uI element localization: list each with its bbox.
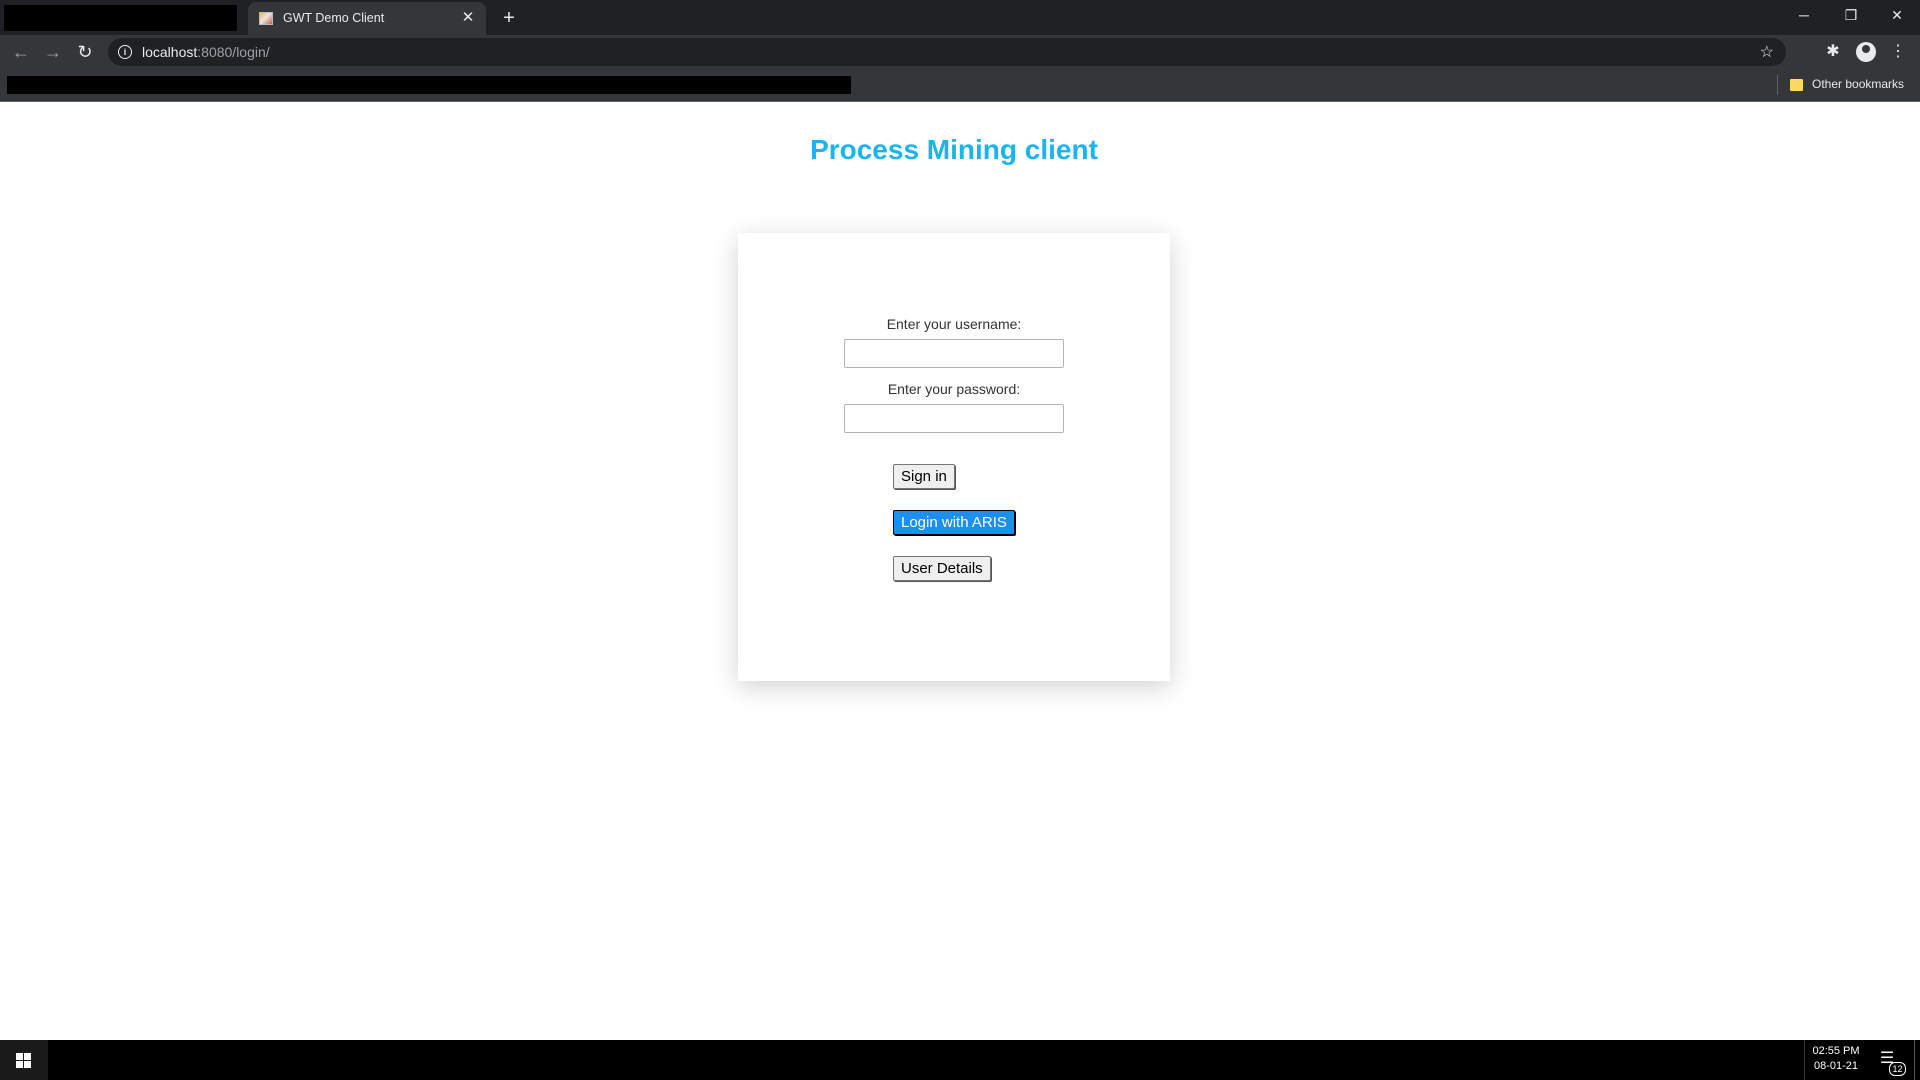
taskbar: 02:55 PM 08-01-21 ☰ 12	[0, 1040, 1920, 1080]
clock[interactable]: 02:55 PM 08-01-21	[1806, 1044, 1866, 1074]
forward-icon[interactable]: →	[39, 38, 67, 66]
tab-close-icon[interactable]: ✕	[458, 8, 478, 28]
browser-toolbar: ← → ↻ i localhost:8080/login/ ☆ ✱ ⋮	[0, 35, 1920, 68]
clock-date: 08-01-21	[1813, 1060, 1859, 1072]
address-bar[interactable]: i localhost:8080/login/ ☆	[108, 38, 1786, 66]
url-text: localhost:8080/login/	[142, 44, 270, 60]
reload-icon[interactable]: ↻	[71, 38, 99, 66]
login-with-aris-button[interactable]: Login with ARIS	[893, 510, 1015, 535]
sign-in-button[interactable]: Sign in	[893, 464, 955, 489]
redacted-bookmarks	[7, 76, 851, 94]
folder-icon	[1790, 79, 1803, 91]
bookmark-star-icon[interactable]: ☆	[1760, 42, 1774, 62]
notification-count-badge: 12	[1889, 1062, 1906, 1076]
new-tab-button[interactable]: +	[496, 5, 522, 31]
back-icon[interactable]: ←	[7, 38, 35, 66]
tab-gwt-demo-client[interactable]: GWT Demo Client ✕	[248, 2, 486, 35]
user-details-button[interactable]: User Details	[893, 556, 991, 581]
menu-kebab-icon[interactable]: ⋮	[1884, 38, 1912, 66]
tab-title: GWT Demo Client	[283, 11, 385, 25]
redacted-tab	[4, 5, 237, 31]
site-info-icon[interactable]: i	[118, 45, 132, 59]
username-label: Enter your username:	[886, 316, 1022, 332]
start-button[interactable]	[0, 1040, 48, 1080]
minimize-button[interactable]: ─	[1781, 0, 1827, 30]
page-title: Process Mining client	[810, 134, 1098, 165]
bookmarks-divider	[1777, 75, 1778, 95]
show-desktop-button[interactable]	[1914, 1040, 1915, 1080]
browser-chrome: GWT Demo Client ✕ + ─ ❐ ✕ ← → ↻ i localh…	[0, 0, 1920, 102]
extensions-icon[interactable]: ✱	[1819, 38, 1847, 66]
profile-avatar-icon[interactable]	[1852, 38, 1880, 66]
tray-divider	[1804, 1040, 1805, 1080]
clock-time: 02:55 PM	[1812, 1045, 1860, 1057]
close-window-button[interactable]: ✕	[1874, 0, 1920, 30]
tab-strip: GWT Demo Client ✕ + ─ ❐ ✕	[0, 0, 1920, 35]
other-bookmarks-link[interactable]: Other bookmarks	[1812, 77, 1904, 91]
login-card: Enter your username: Enter your password…	[738, 233, 1170, 681]
username-input[interactable]	[844, 339, 1064, 368]
restore-button[interactable]: ❐	[1828, 0, 1874, 30]
password-label: Enter your password:	[887, 381, 1021, 397]
windows-logo-icon	[16, 1053, 31, 1068]
bookmarks-bar: Other bookmarks	[0, 68, 1920, 102]
favicon-icon	[259, 12, 273, 25]
password-input[interactable]	[844, 404, 1064, 433]
